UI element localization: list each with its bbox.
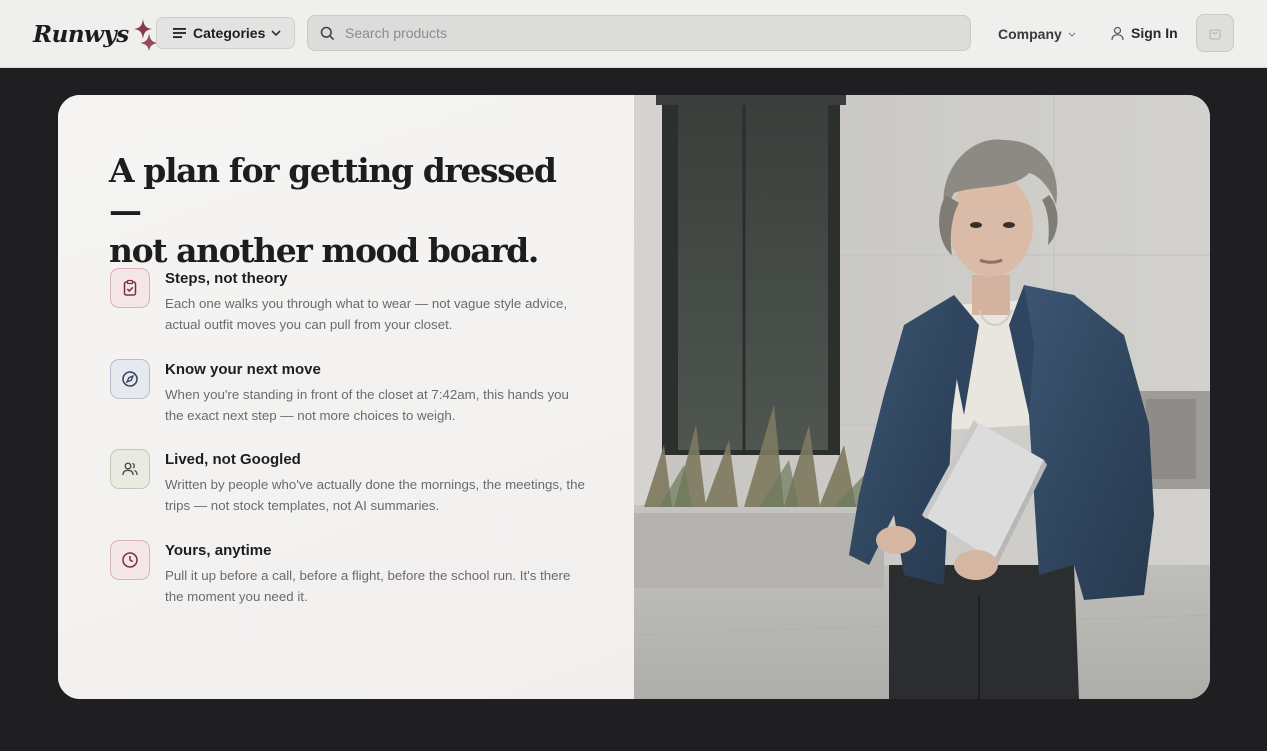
feature-icon-box: [110, 359, 150, 399]
categories-button[interactable]: Categories: [156, 17, 295, 49]
feature-description: Written by people who've actually done t…: [165, 477, 585, 513]
logo-text: Runwys: [33, 20, 129, 48]
feature-description: Each one walks you through what to wear …: [165, 296, 568, 332]
menu-icon: [173, 28, 186, 38]
cart-button[interactable]: [1196, 14, 1234, 52]
headline-line-2: not another mood board.: [109, 231, 539, 270]
hero-text-panel: A plan for getting dressed — not another…: [58, 95, 634, 699]
search-bar: [307, 15, 971, 51]
sign-in-link[interactable]: Sign In: [1110, 23, 1178, 43]
users-icon: [122, 462, 138, 476]
feature-title: Yours, anytime: [165, 542, 272, 559]
sign-in-label: Sign In: [1131, 25, 1178, 41]
chevron-down-icon: [271, 30, 281, 36]
categories-label: Categories: [193, 25, 266, 41]
sparkle-logo-icon: [133, 19, 158, 51]
compass-icon: [122, 371, 138, 387]
feature-title: Steps, not theory: [165, 270, 288, 287]
feature-description: When you're standing in front of the clo…: [165, 387, 569, 423]
user-icon: [1111, 26, 1124, 40]
top-navbar: Runwys Categories Company Sign In: [0, 0, 1267, 68]
hero-headline: A plan for getting dressed — not another…: [109, 151, 589, 271]
woman-with-laptop-photo: [634, 95, 1210, 699]
search-input[interactable]: [345, 25, 945, 41]
feature-icon-box: [110, 449, 150, 489]
chevron-down-icon: [1068, 32, 1076, 37]
clock-icon: [122, 552, 138, 568]
company-label: Company: [998, 26, 1062, 42]
search-icon: [320, 26, 335, 40]
hero-card: A plan for getting dressed — not another…: [58, 95, 1210, 699]
hero-photo: [634, 95, 1210, 699]
clipboard-check-icon: [123, 279, 137, 296]
headline-line-1: A plan for getting dressed —: [109, 151, 557, 230]
company-menu[interactable]: Company: [998, 24, 1076, 44]
feature-title: Lived, not Googled: [165, 451, 301, 468]
feature-icon-box: [110, 268, 150, 308]
feature-description: Pull it up before a call, before a fligh…: [165, 568, 571, 604]
shopping-bag-icon: [1209, 29, 1221, 40]
brand-logo[interactable]: Runwys: [33, 17, 159, 51]
feature-icon-box: [110, 540, 150, 580]
feature-title: Know your next move: [165, 361, 321, 378]
